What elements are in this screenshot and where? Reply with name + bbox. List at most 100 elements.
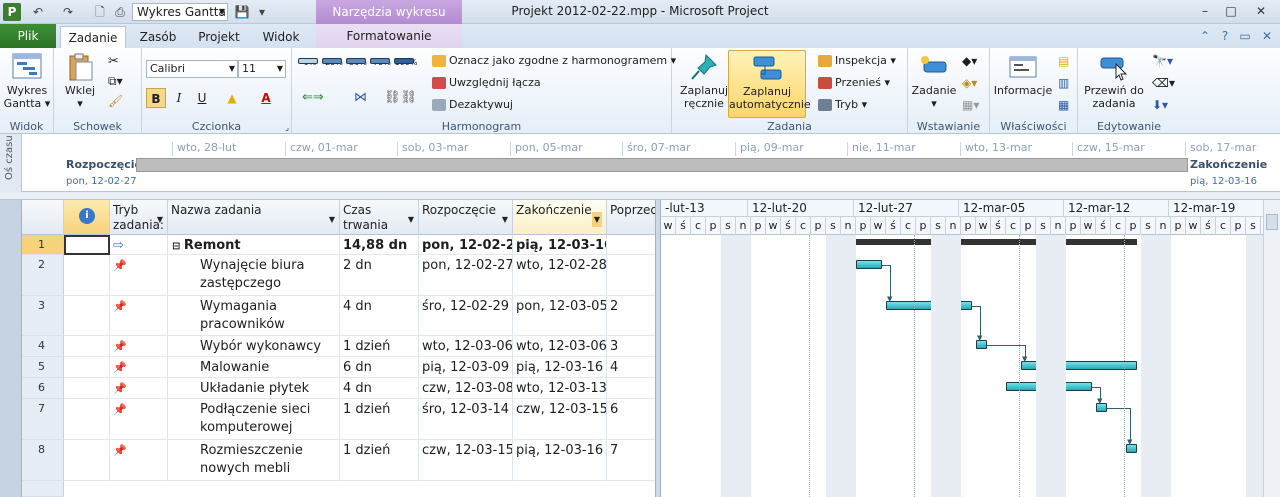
undo-icon[interactable]: ↶ (30, 4, 46, 20)
duration-cell[interactable]: 4 dn (340, 296, 419, 336)
percent-0-button[interactable]: 0% (298, 58, 322, 67)
indicators-cell[interactable] (64, 235, 110, 255)
row-number[interactable]: 6 (22, 378, 64, 399)
duration-cell[interactable]: 4 dn (340, 378, 419, 399)
insert-milestone-icon[interactable]: ◆▾ (962, 54, 977, 68)
row-number[interactable]: 1 (22, 235, 64, 255)
link-tasks-icon[interactable]: ⛓⛓ (384, 90, 417, 105)
finish-cell[interactable]: pią, 12-03-16 (513, 440, 607, 481)
column-header-finish[interactable]: Zakończenie ▼ (513, 200, 607, 235)
column-header-name[interactable]: Nazwa zadania ▼ (168, 200, 340, 235)
bold-button[interactable]: B (146, 88, 166, 108)
new-file-icon[interactable]: 🗋 (92, 4, 108, 20)
predecessors-cell[interactable]: 3 (607, 336, 657, 357)
mode-cell[interactable]: 📌 (110, 357, 168, 378)
doc-restore-icon[interactable]: ▭ (1236, 27, 1254, 45)
move-button[interactable]: Przenieś ▾ (818, 76, 890, 90)
row-number[interactable]: 7 (22, 399, 64, 440)
duration-cell[interactable]: 1 dzień (340, 399, 419, 440)
row-number[interactable]: 3 (22, 296, 64, 336)
details-icon[interactable]: ▥ (1058, 76, 1069, 90)
inspect-button[interactable]: Inspekcja ▾ (818, 54, 896, 68)
start-cell[interactable]: śro, 12-02-29 (419, 296, 513, 336)
add-to-timeline-icon[interactable]: ▦ (1058, 98, 1069, 112)
predecessors-cell[interactable] (607, 378, 657, 399)
mode-cell[interactable]: 📌 (110, 336, 168, 357)
minimize-icon[interactable]: – (1194, 2, 1216, 20)
finish-cell[interactable]: wto, 12-02-28 (513, 255, 607, 296)
auto-schedule-button[interactable]: Zaplanuj automatycznie (728, 50, 811, 118)
deactivate-button[interactable]: Dezaktywuj (432, 98, 513, 112)
finish-cell[interactable]: czw, 12-03-15 (513, 399, 607, 440)
tab-file[interactable]: Plik (0, 24, 56, 48)
predecessors-cell[interactable]: 4 (607, 357, 657, 378)
mode-cell[interactable]: 📌 (110, 440, 168, 481)
tab-task[interactable]: Zadanie (60, 26, 126, 48)
start-cell[interactable]: czw, 12-03-15 (419, 440, 513, 481)
paste-button[interactable]: Wklej ▾ (60, 52, 100, 110)
save-icon[interactable]: 💾 (234, 4, 250, 20)
notes-icon[interactable]: ▤ (1058, 54, 1069, 68)
percent-25-button[interactable]: 25% (322, 58, 346, 67)
start-cell[interactable]: czw, 12-03-08 (419, 378, 513, 399)
timeline-side-tab[interactable]: Oś czasu (0, 134, 22, 192)
mode-cell[interactable]: 📌 (110, 255, 168, 296)
task-name-cell[interactable]: ⊟ Remont (168, 235, 340, 255)
column-header-duration[interactable]: Czas trwania ▼ (340, 200, 419, 235)
find-icon[interactable]: 🔭▾ (1152, 54, 1173, 68)
row-number[interactable]: 5 (22, 357, 64, 378)
finish-cell[interactable]: wto, 12-03-06 (513, 336, 607, 357)
timeline[interactable]: Oś czasu wto, 28-lut czw, 01-mar sob, 03… (0, 134, 1280, 192)
vertical-scrollbar[interactable] (1263, 200, 1280, 497)
scrollbar-thumb[interactable] (1266, 214, 1278, 230)
mode-cell[interactable]: 📌 (110, 399, 168, 440)
task-bar[interactable] (856, 260, 882, 269)
duration-cell[interactable]: 2 dn (340, 255, 419, 296)
tab-view[interactable]: Widok (252, 26, 310, 48)
percent-75-button[interactable]: 75% (370, 58, 394, 67)
start-cell[interactable]: pon, 12-02-27 (419, 235, 513, 255)
italic-button[interactable]: I (169, 88, 189, 108)
close-icon[interactable]: ✕ (1250, 2, 1272, 20)
predecessors-cell[interactable]: 2 (607, 296, 657, 336)
finish-cell[interactable]: pią, 12-03-16 (513, 357, 607, 378)
predecessors-cell[interactable] (607, 235, 657, 255)
underline-button[interactable]: U (192, 88, 212, 108)
start-cell[interactable]: śro, 12-03-14 (419, 399, 513, 440)
column-header-predecessors[interactable]: Poprzed (607, 200, 657, 235)
fill-icon[interactable]: ⬇▾ (1152, 98, 1168, 112)
duration-cell[interactable]: 1 dzień (340, 336, 419, 357)
mode-button[interactable]: Tryb ▾ (818, 98, 867, 112)
summary-bar[interactable] (854, 239, 1137, 245)
split-task-icon[interactable]: ⋈ (354, 90, 367, 105)
column-header-indicators[interactable]: i (64, 200, 110, 235)
predecessors-cell[interactable] (607, 255, 657, 296)
information-button[interactable]: Informacje (992, 52, 1054, 97)
ribbon-minimize-icon[interactable]: ⌃ (1196, 27, 1214, 45)
row-number[interactable]: 8 (22, 440, 64, 481)
gantt-chart[interactable]: -lut-13 12-lut-20 12-lut-27 12-mar-05 12… (661, 200, 1280, 497)
outdent-icon[interactable]: ⇐⇒ (302, 90, 324, 105)
clear-icon[interactable]: ⌫▾ (1152, 76, 1175, 90)
indicators-cell[interactable] (64, 255, 110, 296)
insert-deliverable-icon[interactable]: ◈▾ (962, 76, 977, 90)
indicators-cell[interactable] (64, 357, 110, 378)
maximize-icon[interactable]: □ (1220, 2, 1242, 20)
task-name-cell[interactable]: Układanie płytek (168, 378, 340, 399)
finish-cell[interactable]: pon, 12-03-05 (513, 296, 607, 336)
copy-icon[interactable]: ⧉▾ (108, 74, 123, 89)
help-icon[interactable]: ? (1216, 27, 1234, 45)
mark-on-track-button[interactable]: Oznacz jako zgodne z harmonogramem ▾ (432, 54, 676, 68)
insert-task-button[interactable]: Zadanie ▾ (910, 52, 958, 110)
highlight-color-icon[interactable]: ▲ (222, 88, 242, 108)
timeline-bar[interactable] (136, 158, 1188, 172)
column-header-start[interactable]: Rozpoczęcie ▼ (419, 200, 513, 235)
task-name-cell[interactable]: Podłączenie sieci komputerowej (168, 399, 340, 440)
gantt-chart-button[interactable]: Wykres Gantta ▾ (3, 52, 51, 110)
cut-icon[interactable]: ✂ (108, 54, 119, 69)
insert-summary-icon[interactable]: ▦▾ (962, 98, 979, 112)
redo-icon[interactable]: ↷ (60, 4, 76, 20)
task-name-cell[interactable]: Malowanie (168, 357, 340, 378)
indicators-cell[interactable] (64, 296, 110, 336)
duration-cell[interactable]: 1 dzień (340, 440, 419, 481)
